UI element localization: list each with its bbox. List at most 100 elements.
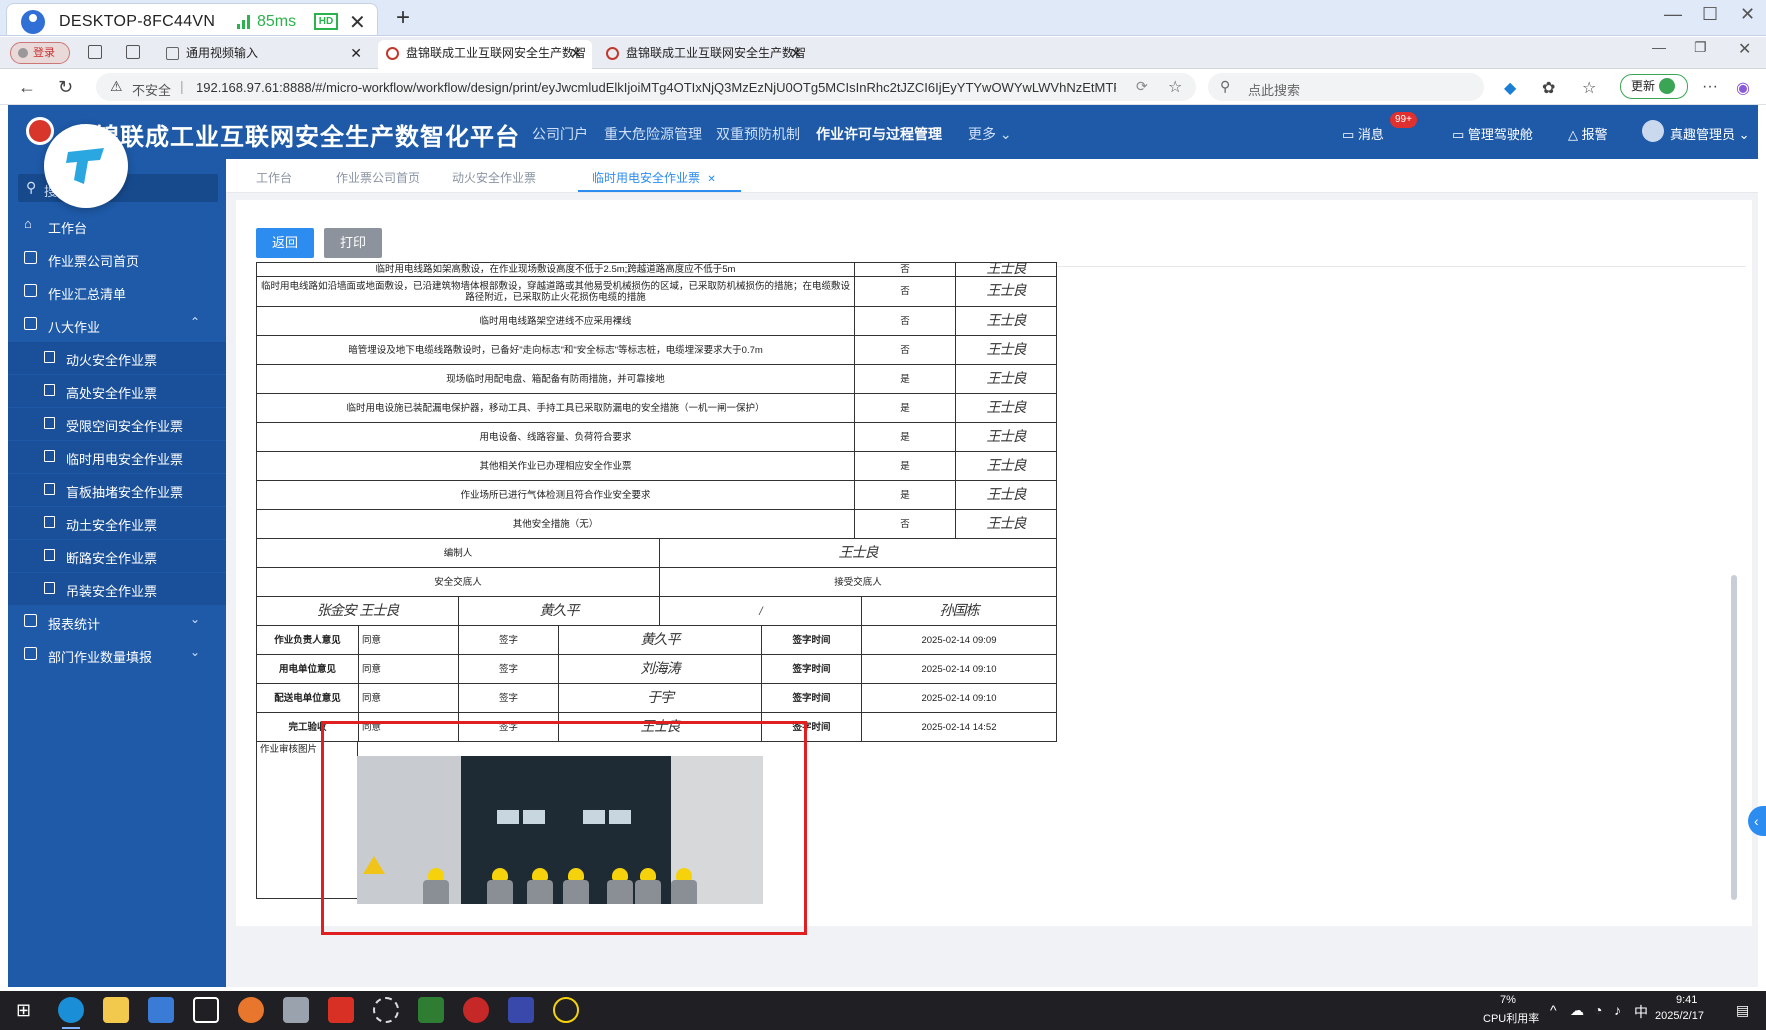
- favorites-icon[interactable]: ☆: [1582, 78, 1596, 98]
- sidebar-item-ticket-home[interactable]: 作业票公司首页: [8, 243, 226, 275]
- windows-start-icon[interactable]: ⊞: [16, 1000, 31, 1021]
- close-tab-icon[interactable]: ✕: [350, 40, 362, 66]
- sign-label: 签字: [458, 625, 559, 655]
- store-icon[interactable]: [148, 997, 174, 1023]
- app-icon[interactable]: [463, 997, 489, 1023]
- insecure-label[interactable]: 不安全: [132, 80, 171, 99]
- cpu-label: CPU利用率: [1483, 1013, 1540, 1025]
- user-menu[interactable]: 真趣管理员 ⌄: [1670, 124, 1750, 143]
- app-icon[interactable]: [553, 997, 579, 1023]
- url-field[interactable]: ⚠ 不安全 | 192.168.97.61:8888/#/micro-workf…: [96, 73, 1196, 101]
- sidebar-item-workbench[interactable]: ⌂ 工作台: [8, 210, 226, 242]
- floating-app-icon[interactable]: [44, 124, 128, 208]
- document-icon: [44, 417, 55, 429]
- cockpit-button[interactable]: ▭ 管理驾驶舱: [1452, 124, 1533, 143]
- close-tab-icon[interactable]: ✕: [707, 174, 715, 185]
- tab-hot-work[interactable]: 动火安全作业票: [452, 169, 536, 186]
- ime-icon[interactable]: 中: [1634, 1002, 1648, 1022]
- copilot-icon[interactable]: ◉: [1736, 78, 1750, 98]
- scrollbar[interactable]: [1731, 575, 1737, 900]
- alarm-button[interactable]: △ 报警: [1568, 124, 1608, 143]
- sidebar-item-eight-operations[interactable]: 八大作业 ⌃: [8, 309, 226, 341]
- sidebar-item-height-work[interactable]: 高处安全作业票: [8, 375, 226, 407]
- tab-label: 盘锦联成工业互联网安全生产数智: [626, 46, 807, 60]
- nav-major-hazard[interactable]: 重大危险源管理: [604, 124, 702, 144]
- favorite-star-icon[interactable]: ☆: [1168, 77, 1182, 97]
- maximize-icon[interactable]: ☐: [1702, 4, 1718, 25]
- document-icon: [44, 450, 55, 462]
- chevron-up-icon[interactable]: ^: [1550, 1002, 1557, 1018]
- messages-button[interactable]: ▭ 消息: [1342, 124, 1384, 143]
- wps-icon[interactable]: [328, 997, 354, 1023]
- file-explorer-icon[interactable]: [103, 997, 129, 1023]
- cloud-icon[interactable]: ☁: [1570, 1002, 1584, 1019]
- extensions-icon[interactable]: ✿: [1542, 78, 1555, 98]
- clock-time[interactable]: 9:41: [1676, 994, 1697, 1006]
- print-button[interactable]: 打印: [324, 228, 382, 258]
- firefox-icon[interactable]: [238, 997, 264, 1023]
- warning-icon[interactable]: ⚠: [110, 78, 123, 95]
- messages-label: 消息: [1357, 127, 1384, 142]
- sidebar-item-hot-work[interactable]: 动火安全作业票: [8, 342, 226, 374]
- nav-work-permit[interactable]: 作业许可与过程管理: [816, 124, 942, 144]
- url-text[interactable]: 192.168.97.61:8888/#/micro-workflow/work…: [196, 80, 1116, 95]
- remote-session-tab[interactable]: DESKTOP-8FC44VN 85ms HD ✕: [6, 3, 378, 35]
- minimize-icon[interactable]: —: [1664, 4, 1682, 25]
- remote-desktop-icon[interactable]: [418, 997, 444, 1023]
- close-tab-icon[interactable]: ✕: [790, 40, 802, 66]
- search-input[interactable]: ⚲ 点此搜索: [1208, 73, 1484, 101]
- extension-icon[interactable]: ◆: [1504, 78, 1516, 98]
- sidebar-item-confined-space[interactable]: 受限空间安全作业票: [8, 408, 226, 440]
- browser-tab-video-input[interactable]: 通用视频输入 ✕: [158, 40, 372, 69]
- nav-dual-prevention[interactable]: 双重预防机制: [716, 124, 800, 144]
- back-button[interactable]: 返回: [256, 228, 314, 258]
- mail-icon[interactable]: [193, 997, 219, 1023]
- notification-icon[interactable]: ▤: [1736, 1002, 1749, 1019]
- reader-icon[interactable]: ⟳: [1136, 78, 1148, 95]
- sidebar-item-blind-plate[interactable]: 盲板抽堵安全作业票: [8, 474, 226, 506]
- browser-tab-platform-1[interactable]: 盘锦联成工业互联网安全生产数智 ✕: [378, 40, 592, 69]
- login-button[interactable]: 登录: [10, 42, 70, 64]
- nav-more[interactable]: 更多 ⌄: [968, 124, 1012, 144]
- more-menu-icon[interactable]: ···: [1702, 78, 1718, 96]
- signature: 王士良: [986, 370, 1027, 387]
- sidebar-item-summary-list[interactable]: 作业汇总清单: [8, 276, 226, 308]
- sidebar-item-excavation[interactable]: 动土安全作业票: [8, 507, 226, 539]
- hd-badge[interactable]: HD: [314, 13, 338, 30]
- sidebar-item-reports[interactable]: 报表统计 ⌄: [8, 606, 226, 638]
- close-window-icon[interactable]: ✕: [1740, 4, 1755, 25]
- avatar[interactable]: [1642, 120, 1664, 142]
- sidebar-item-lifting[interactable]: 吊装安全作业票: [8, 573, 226, 605]
- collections-icon[interactable]: [88, 45, 102, 59]
- tab-ticket-home[interactable]: 作业票公司首页: [336, 169, 420, 186]
- app-icon[interactable]: [508, 997, 534, 1023]
- update-button[interactable]: 更新: [1620, 74, 1688, 99]
- sidebar-item-road-break[interactable]: 断路安全作业票: [8, 540, 226, 572]
- close-icon[interactable]: ✕: [349, 10, 366, 35]
- back-arrow-icon[interactable]: ←: [18, 77, 36, 98]
- measure-answer: 是: [854, 393, 956, 423]
- sidebar-item-dept-fill[interactable]: 部门作业数量填报 ⌄: [8, 639, 226, 671]
- disclose-signature: 张金安 王士良: [256, 596, 459, 626]
- settings-gear-icon[interactable]: [373, 997, 399, 1023]
- refresh-icon[interactable]: ↻: [58, 77, 73, 98]
- volume-muted-icon[interactable]: ♪: [1614, 1002, 1621, 1018]
- app-icon[interactable]: [283, 997, 309, 1023]
- clock-date[interactable]: 2025/2/17: [1655, 1010, 1704, 1022]
- close-window-icon[interactable]: ✕: [1738, 39, 1751, 59]
- minimize-icon[interactable]: —: [1652, 39, 1666, 55]
- tab-temp-power[interactable]: 临时用电安全作业票 ✕: [592, 169, 716, 186]
- close-tab-icon[interactable]: ✕: [570, 40, 582, 66]
- restore-icon[interactable]: ❐: [1694, 39, 1707, 56]
- sidebar-item-temp-power[interactable]: 临时用电安全作业票: [8, 441, 226, 473]
- new-session-button[interactable]: +: [396, 4, 410, 32]
- measure-answer: 否: [854, 306, 956, 336]
- nav-company-portal[interactable]: 公司门户: [532, 124, 588, 144]
- edge-browser-icon[interactable]: [58, 997, 84, 1029]
- sidebar-item-label: 工作台: [48, 221, 88, 236]
- tab-actions-icon[interactable]: [126, 45, 140, 59]
- content-tabs: 工作台 作业票公司首页 动火安全作业票 临时用电安全作业票 ✕: [226, 159, 1758, 193]
- browser-tab-platform-2[interactable]: 盘锦联成工业互联网安全生产数智 ✕: [598, 40, 812, 69]
- network-icon[interactable]: ◔: [1594, 1002, 1602, 1018]
- tab-workbench[interactable]: 工作台: [256, 169, 292, 186]
